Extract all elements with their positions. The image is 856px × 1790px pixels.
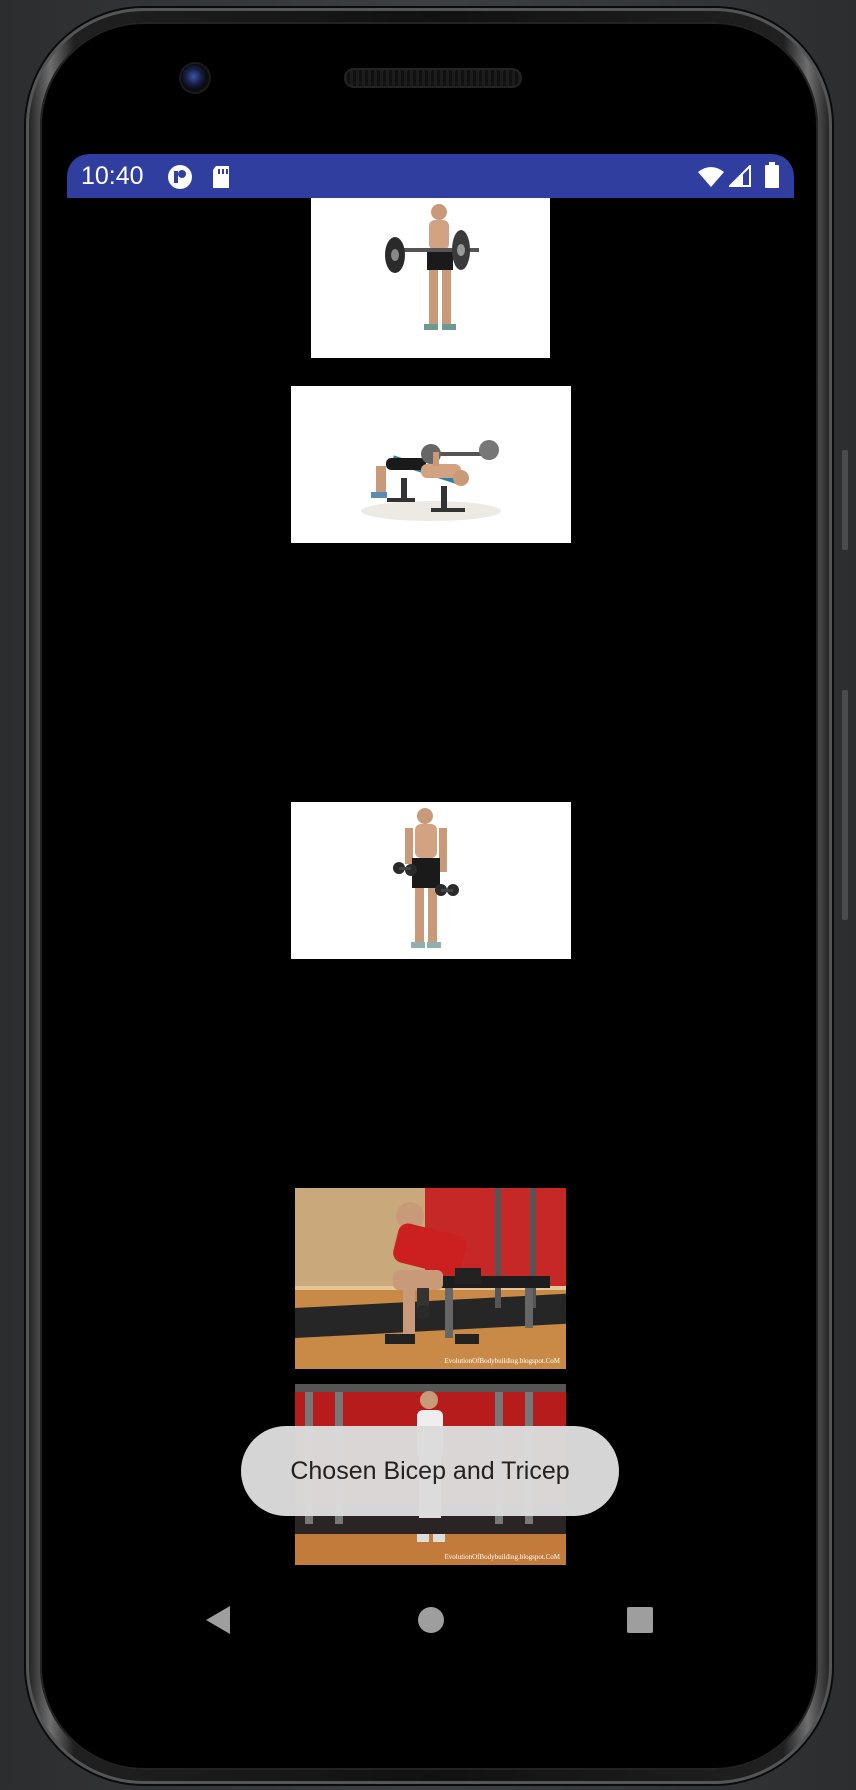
front-camera (181, 64, 209, 92)
watermark-text: EvolutionOfBodybuilding.blogspot.CoM (444, 1357, 560, 1365)
toast-message: Chosen Bicep and Tricep (241, 1426, 619, 1516)
power-button (842, 690, 848, 920)
wifi-icon (697, 166, 725, 192)
exercise-image-dumbbell-curl[interactable] (291, 802, 571, 959)
phone-screen: 10:40 EvolutionOfBodybuilding.blogspot.C… (67, 154, 794, 1654)
cellular-signal-icon (727, 163, 751, 191)
app-notification-icon (167, 164, 193, 194)
recents-icon[interactable] (626, 1606, 654, 1638)
exercise-image-barbell-curl[interactable] (311, 198, 550, 358)
exercise-image-concentration-curl[interactable]: EvolutionOfBodybuilding.blogspot.CoM (295, 1188, 566, 1369)
home-icon[interactable] (417, 1606, 445, 1638)
status-bar: 10:40 (67, 154, 794, 198)
navigation-bar (67, 1584, 794, 1654)
sd-card-icon (211, 165, 231, 193)
earpiece-speaker (344, 68, 522, 88)
back-icon[interactable] (204, 1604, 232, 1640)
status-time: 10:40 (81, 162, 144, 190)
volume-button (842, 450, 848, 550)
watermark-text: EvolutionOfBodybuilding.blogspot.CoM (444, 1553, 560, 1561)
exercise-image-lying-triceps-extension[interactable] (291, 386, 571, 543)
battery-icon (765, 162, 779, 192)
